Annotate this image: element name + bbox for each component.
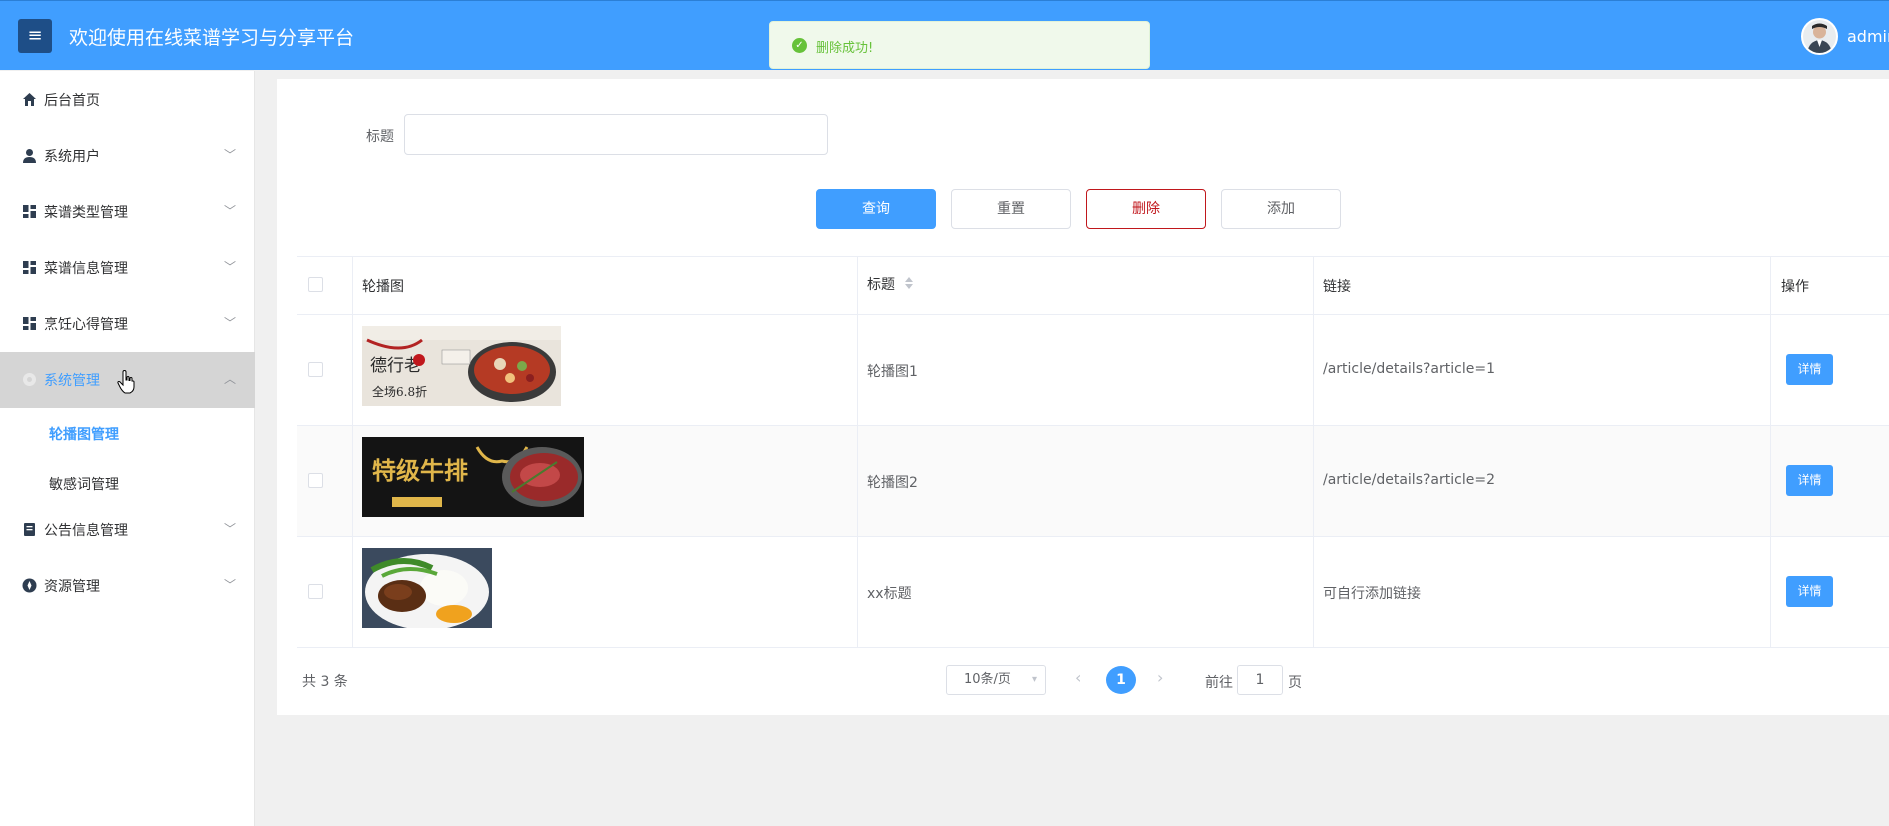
sidebar-item-label: 后台首页 [44, 93, 100, 109]
reset-button[interactable]: 重置 [951, 189, 1071, 229]
app-title: 欢迎使用在线菜谱学习与分享平台 [69, 27, 355, 49]
gear-icon [22, 372, 37, 387]
compass-icon [22, 578, 37, 593]
goto-suffix: 页 [1288, 675, 1302, 691]
banner-image[interactable]: 特级牛排 [362, 437, 584, 517]
delete-button[interactable]: 删除 [1086, 189, 1206, 229]
avatar[interactable] [1801, 18, 1838, 55]
sidebar-item-label: 公告信息管理 [44, 523, 128, 539]
detail-button[interactable]: 详情 [1786, 354, 1833, 385]
table-border [1313, 256, 1314, 647]
cell-link: /article/details?article=2 [1323, 472, 1495, 488]
banner-text: 特级牛排 [372, 456, 468, 485]
page-size-value: 10条/页 [964, 672, 1011, 687]
detail-button[interactable]: 详情 [1786, 465, 1833, 496]
sidebar-item-users[interactable]: 系统用户 ﹀ [0, 128, 255, 184]
sidebar-item-resources[interactable]: 资源管理 ﹀ [0, 558, 255, 614]
sidebar-item-announcements[interactable]: 公告信息管理 ﹀ [0, 502, 255, 558]
hamburger-icon[interactable]: ≡ [18, 19, 52, 53]
chevron-down-icon: ▾ [1031, 674, 1037, 685]
sidebar-item-label: 系统用户 [44, 149, 100, 165]
grid-icon [22, 204, 37, 219]
title-search-input[interactable] [404, 114, 828, 155]
table-border [297, 256, 1889, 257]
sort-icon[interactable] [904, 276, 914, 290]
cell-title: xx标题 [867, 586, 912, 602]
sidebar-item-home[interactable]: 后台首页 [0, 72, 255, 128]
table-border [297, 425, 1889, 426]
chevron-down-icon: ﹀ [224, 522, 237, 536]
table-border [857, 256, 858, 647]
sidebar-subitem-sensitive-words[interactable]: 敏感词管理 [49, 474, 119, 494]
toast-message: 删除成功! [816, 41, 874, 56]
grid-icon [22, 260, 37, 275]
row-checkbox[interactable] [308, 584, 323, 599]
table-border [297, 314, 1889, 315]
banner-image[interactable] [362, 548, 492, 628]
sidebar-item-cooking-notes[interactable]: 烹饪心得管理 ﹀ [0, 296, 255, 352]
table-border [297, 647, 1889, 648]
column-header-action: 操作 [1781, 279, 1809, 295]
page-size-select[interactable]: 10条/页 ▾ [946, 665, 1046, 695]
cell-link: 可自行添加链接 [1323, 586, 1421, 602]
chevron-down-icon: ﹀ [224, 578, 237, 592]
query-button[interactable]: 查询 [816, 189, 936, 229]
add-button[interactable]: 添加 [1221, 189, 1341, 229]
table-border [352, 256, 353, 647]
check-circle-icon: ✓ [792, 38, 807, 53]
select-all-checkbox[interactable] [308, 277, 323, 292]
sidebar-item-label: 系统管理 [44, 373, 100, 389]
chevron-up-icon: ︿ [224, 372, 237, 386]
banner-image[interactable]: 德行老 全场6.8折 [362, 326, 561, 406]
sidebar-item-label: 资源管理 [44, 579, 100, 595]
sidebar-item-label: 菜谱类型管理 [44, 205, 128, 221]
user-name[interactable]: admin [1847, 27, 1889, 46]
user-icon [22, 148, 37, 163]
table-border [297, 536, 1889, 537]
next-page-icon[interactable]: › [1157, 668, 1163, 687]
row-checkbox[interactable] [308, 473, 323, 488]
banner-text: 全场6.8折 [372, 384, 427, 399]
goto-page-input[interactable]: 1 [1237, 665, 1283, 695]
chevron-down-icon: ﹀ [224, 204, 237, 218]
search-label: 标题 [366, 129, 394, 145]
sidebar-item-recipe-info[interactable]: 菜谱信息管理 ﹀ [0, 240, 255, 296]
goto-label: 前往 [1205, 675, 1233, 691]
sidebar: 后台首页 系统用户 ﹀ 菜谱类型管理 ﹀ 菜谱信息管理 ﹀ 烹饪心得管理 ﹀ 系… [0, 71, 255, 826]
sidebar-item-label: 菜谱信息管理 [44, 261, 128, 277]
pagination-total: 共 3 条 [302, 674, 348, 690]
avatar-image [1803, 20, 1836, 53]
chevron-down-icon: ﹀ [224, 316, 237, 330]
detail-button[interactable]: 详情 [1786, 576, 1833, 607]
grid-icon [22, 316, 37, 331]
home-icon [22, 92, 37, 107]
chevron-down-icon: ﹀ [224, 260, 237, 274]
sidebar-item-recipe-types[interactable]: 菜谱类型管理 ﹀ [0, 184, 255, 240]
hand-cursor-icon [117, 370, 135, 394]
success-toast: ✓ 删除成功! [769, 21, 1150, 69]
document-icon [22, 522, 37, 537]
cell-link: /article/details?article=1 [1323, 361, 1495, 377]
sidebar-item-label: 烹饪心得管理 [44, 317, 128, 333]
row-checkbox[interactable] [308, 362, 323, 377]
page-number-current[interactable]: 1 [1106, 666, 1136, 694]
prev-page-icon[interactable]: ‹ [1075, 668, 1081, 687]
column-header-image: 轮播图 [362, 279, 404, 295]
column-header-link: 链接 [1323, 279, 1351, 295]
cell-title: 轮播图2 [867, 475, 918, 491]
column-header-title[interactable]: 标题 [867, 274, 895, 294]
chevron-down-icon: ﹀ [224, 148, 237, 162]
sidebar-subitem-carousel[interactable]: 轮播图管理 [49, 424, 119, 444]
cell-title: 轮播图1 [867, 364, 918, 380]
table-border [1770, 256, 1771, 647]
